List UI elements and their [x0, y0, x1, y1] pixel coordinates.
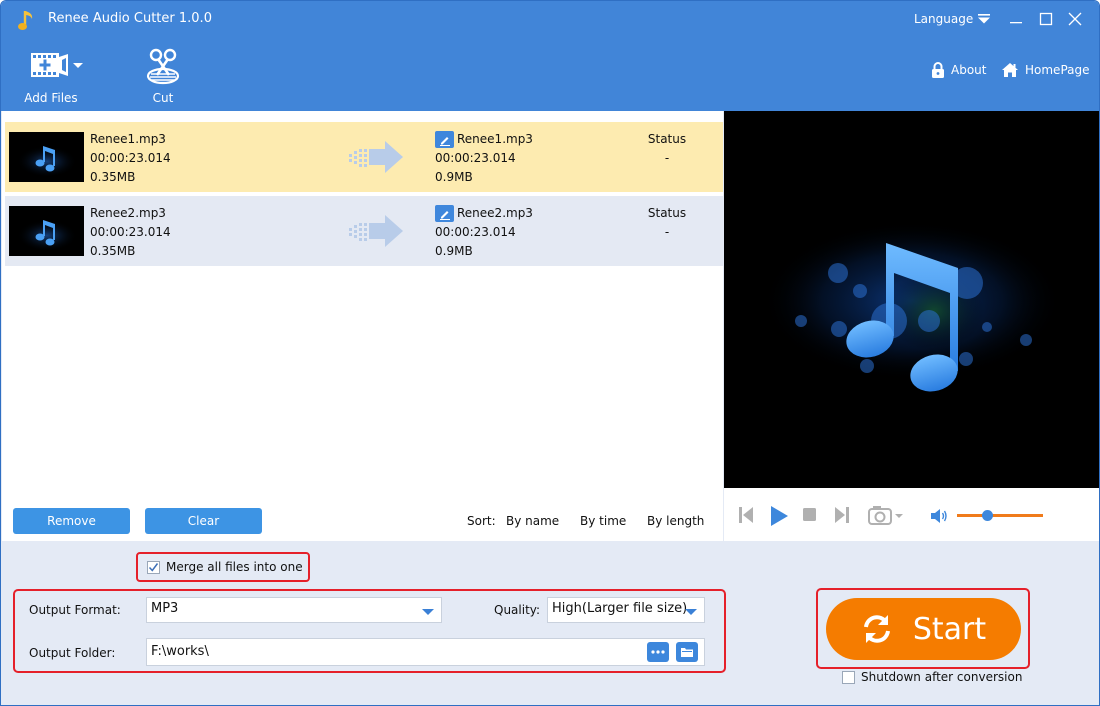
source-info: Renee1.mp3 00:00:23.014 0.35MB	[90, 130, 171, 187]
edit-filename-icon[interactable]	[435, 205, 454, 222]
status-value: -	[664, 151, 670, 165]
status-label: Status	[647, 206, 687, 220]
music-note-logo-icon	[18, 11, 33, 30]
convert-arrow-icon	[349, 141, 403, 173]
add-video-icon	[31, 53, 83, 77]
language-dropdown-icon[interactable]	[977, 13, 991, 25]
music-thumbnail-icon	[9, 206, 84, 256]
file-thumbnail	[9, 132, 84, 182]
about-link[interactable]: About	[931, 62, 986, 78]
browse-more-button[interactable]	[647, 642, 669, 662]
add-files-label: Add Files	[24, 91, 78, 105]
app-title: Renee Audio Cutter 1.0.0	[48, 11, 212, 26]
file-list-panel: Renee1.mp3 00:00:23.014 0.35MB Renee1.mp…	[2, 111, 723, 541]
file-thumbnail	[9, 206, 84, 256]
volume-slider[interactable]	[957, 514, 1043, 517]
output-format-value: MP3	[151, 601, 179, 616]
output-folder-input[interactable]: F:\works\	[146, 638, 705, 666]
music-thumbnail-icon	[9, 132, 84, 182]
add-files-button[interactable]: Add Files	[19, 45, 83, 105]
output-info: Renee2.mp3 00:00:23.014 0.9MB	[435, 204, 533, 261]
close-icon[interactable]	[1064, 9, 1086, 29]
merge-label: Merge all files into one	[166, 560, 303, 574]
dropdown-arrow-icon	[685, 609, 697, 615]
home-icon	[1002, 63, 1018, 77]
checkmark-icon	[148, 562, 159, 572]
output-duration: 00:00:23.014	[435, 225, 516, 239]
lock-icon	[932, 62, 944, 78]
scissors-icon	[146, 48, 180, 85]
output-format-label: Output Format:	[29, 603, 121, 617]
maximize-icon[interactable]	[1035, 9, 1057, 29]
convert-arrow-icon	[349, 215, 403, 247]
dropdown-arrow-icon	[422, 609, 434, 615]
output-filename: Renee1.mp3	[457, 132, 533, 146]
about-label: About	[951, 63, 987, 77]
source-size: 0.35MB	[90, 170, 136, 184]
start-button[interactable]: Start	[826, 598, 1021, 660]
source-filename: Renee1.mp3	[90, 132, 166, 146]
open-folder-button[interactable]	[676, 642, 698, 662]
more-dots-icon	[651, 650, 665, 654]
status-column: Status -	[645, 130, 689, 168]
quality-select[interactable]: High(Larger file size)	[547, 597, 705, 623]
output-settings-group: Output Format: MP3 Quality: High(Larger …	[13, 589, 726, 673]
shutdown-option[interactable]: Shutdown after conversion	[842, 670, 1022, 684]
volume-icon[interactable]	[930, 508, 948, 524]
file-row[interactable]: Renee2.mp3 00:00:23.014 0.35MB Renee2.mp…	[5, 196, 723, 266]
sort-label: Sort:	[467, 514, 496, 528]
source-duration: 00:00:23.014	[90, 151, 171, 165]
preview-area	[724, 111, 1099, 488]
status-column: Status -	[645, 204, 689, 242]
output-size: 0.9MB	[435, 170, 473, 184]
source-duration: 00:00:23.014	[90, 225, 171, 239]
next-icon[interactable]	[834, 506, 850, 524]
play-icon[interactable]	[769, 506, 789, 526]
file-row[interactable]: Renee1.mp3 00:00:23.014 0.35MB Renee1.mp…	[5, 122, 723, 192]
merge-checkbox[interactable]	[147, 560, 160, 574]
start-label: Start	[912, 611, 987, 647]
homepage-link[interactable]: HomePage	[1001, 62, 1090, 78]
source-filename: Renee2.mp3	[90, 206, 166, 220]
header-bar: Renee Audio Cutter 1.0.0 Language Add Fi…	[1, 1, 1099, 111]
cut-label: Cut	[152, 91, 174, 105]
clear-button[interactable]: Clear	[145, 508, 262, 534]
quality-label: Quality:	[494, 603, 541, 617]
sort-by-length[interactable]: By length	[647, 514, 704, 528]
edit-filename-icon[interactable]	[435, 131, 454, 148]
source-info: Renee2.mp3 00:00:23.014 0.35MB	[90, 204, 171, 261]
status-label: Status	[647, 132, 687, 146]
refresh-icon	[863, 615, 890, 643]
merge-option[interactable]: Merge all files into one	[136, 552, 310, 582]
source-size: 0.35MB	[90, 244, 136, 258]
output-format-select[interactable]: MP3	[146, 597, 442, 623]
quality-value: High(Larger file size)	[552, 601, 688, 616]
language-menu[interactable]: Language	[914, 12, 973, 26]
folder-icon	[681, 648, 693, 657]
app-window: Renee Audio Cutter 1.0.0 Language Add Fi…	[0, 0, 1100, 706]
stop-icon[interactable]	[803, 508, 817, 522]
snapshot-camera-icon[interactable]	[868, 505, 906, 525]
output-folder-value: F:\works\	[151, 644, 209, 659]
output-filename: Renee2.mp3	[457, 206, 533, 220]
output-size: 0.9MB	[435, 244, 473, 258]
output-duration: 00:00:23.014	[435, 151, 516, 165]
previous-icon[interactable]	[738, 506, 754, 524]
homepage-label: HomePage	[1025, 63, 1090, 77]
remove-button[interactable]: Remove	[13, 508, 130, 534]
output-info: Renee1.mp3 00:00:23.014 0.9MB	[435, 130, 533, 187]
minimize-icon[interactable]	[1005, 9, 1027, 29]
output-folder-label: Output Folder:	[29, 646, 116, 660]
shutdown-label: Shutdown after conversion	[861, 670, 1023, 684]
player-controls	[724, 488, 1099, 541]
sort-by-name[interactable]: By name	[506, 514, 559, 528]
sort-by-time[interactable]: By time	[580, 514, 626, 528]
volume-slider-handle[interactable]	[981, 510, 993, 521]
cut-button[interactable]: Cut	[131, 45, 195, 105]
music-note-artwork-icon	[762, 221, 1062, 392]
shutdown-checkbox[interactable]	[842, 670, 855, 684]
status-value: -	[664, 225, 670, 239]
